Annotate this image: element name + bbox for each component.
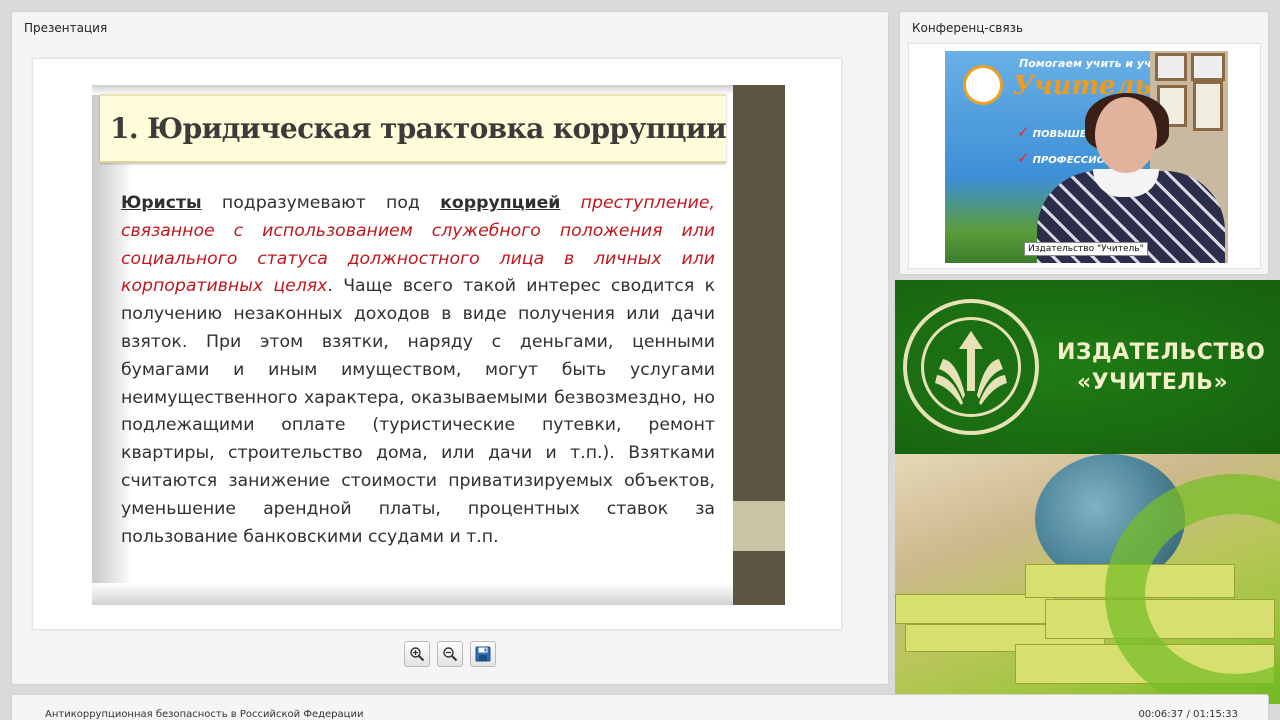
- conference-panel: Конференц-связь Помогаем учить и учиться…: [899, 11, 1269, 275]
- presentation-panel: Презентация 1. Юридическая трактовка кор…: [11, 11, 889, 685]
- publisher-name-line1: ИЗДАТЕЛЬСТВО: [1057, 340, 1266, 365]
- presentation-panel-title: Презентация: [24, 21, 108, 35]
- publisher-name: ИЗДАТЕЛЬСТВО «УЧИТЕЛЬ»: [1057, 338, 1265, 398]
- slide-body-text: Юристы подразумевают под коррупцией прес…: [121, 190, 715, 551]
- publisher-name-line2: «УЧИТЕЛЬ»: [1077, 370, 1229, 395]
- book-emblem-icon: [935, 331, 1007, 405]
- webcam-video[interactable]: Помогаем учить и учиться Учитель ✓ ПОВЫШЕ…: [945, 51, 1228, 263]
- slide-text: . Чаще всего такой интерес сводится к по…: [121, 276, 716, 547]
- banner-books-photo: [895, 454, 1280, 704]
- wall-frame: [1191, 53, 1225, 81]
- publisher-banner: ИЗДАТЕЛЬСТВО «УЧИТЕЛЬ»: [895, 280, 1280, 704]
- wall-frame: [1193, 81, 1223, 131]
- speaker-face: [1095, 97, 1157, 173]
- status-bar: Антикоррупционная безопасность в Российс…: [11, 694, 1269, 720]
- slide-term-corruption: коррупцией: [440, 193, 561, 213]
- slide-term-lawyers: Юристы: [121, 193, 202, 213]
- video-frame: Помогаем учить и учиться Учитель ✓ ПОВЫШЕ…: [908, 43, 1261, 269]
- wall-frame: [1155, 53, 1187, 81]
- playback-time: 00:06:37 / 01:15:33: [1138, 709, 1238, 720]
- zoom-in-button[interactable]: [404, 641, 430, 667]
- save-icon: [475, 646, 491, 662]
- slide-bottom-shade: [92, 583, 785, 605]
- slide-title: 1. Юридическая трактовка коррупции: [110, 112, 727, 145]
- slide: 1. Юридическая трактовка коррупции Юрист…: [92, 85, 785, 605]
- slide-text: подразумевают под: [201, 193, 441, 213]
- zoom-in-icon: [410, 647, 425, 662]
- slide-side-accent: [733, 501, 785, 551]
- video-caption: Издательство "Учитель": [1024, 242, 1148, 256]
- slide-title-box: 1. Юридическая трактовка коррупции: [100, 94, 727, 163]
- zoom-out-icon: [443, 647, 458, 662]
- slide-text: [560, 193, 580, 213]
- save-button[interactable]: [470, 641, 496, 667]
- publisher-logo-icon: [903, 299, 1039, 435]
- poster-logo-icon: [963, 65, 1003, 105]
- conference-panel-title: Конференц-связь: [912, 21, 1024, 35]
- presentation-title: Антикоррупционная безопасность в Российс…: [45, 709, 364, 720]
- slide-viewer[interactable]: 1. Юридическая трактовка коррупции Юрист…: [32, 58, 842, 630]
- book-stack: [895, 594, 1055, 624]
- zoom-out-button[interactable]: [437, 641, 463, 667]
